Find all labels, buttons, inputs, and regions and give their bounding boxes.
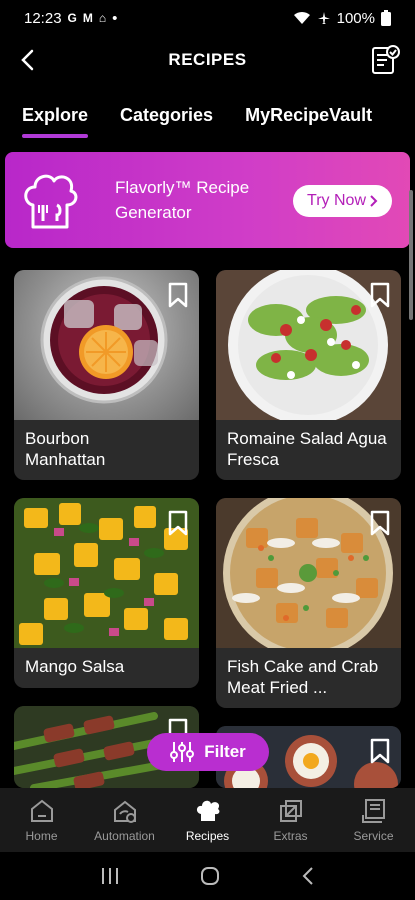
tab-categories[interactable]: Categories xyxy=(120,98,213,138)
bookmark-icon[interactable] xyxy=(369,510,391,536)
nav-label: Service xyxy=(353,829,394,843)
dot-icon: • xyxy=(112,9,118,27)
home-notification-icon: ⌂ xyxy=(98,11,107,25)
automation-icon xyxy=(113,800,136,823)
status-time: 12:23 xyxy=(24,9,62,27)
battery-percent: 100% xyxy=(336,9,375,27)
recent-apps-icon[interactable] xyxy=(100,867,120,885)
nav-label: Home xyxy=(25,829,58,843)
recipe-card[interactable]: Romaine Salad Agua Fresca xyxy=(216,270,401,480)
battery-icon xyxy=(381,10,391,26)
shopping-list-button[interactable] xyxy=(367,42,403,78)
nav-label: Automation xyxy=(94,829,155,843)
google-notification-icon: G xyxy=(67,11,77,25)
nav-extras[interactable]: Extras xyxy=(251,797,331,843)
page-title: RECIPES xyxy=(168,50,247,69)
airplane-icon xyxy=(317,12,330,24)
wifi-icon xyxy=(293,11,310,24)
recipe-image-bourbon-manhattan xyxy=(14,270,199,420)
back-nav-icon[interactable] xyxy=(301,866,315,886)
nav-home[interactable]: Home xyxy=(2,797,82,843)
recipe-title: Fish Cake and Crab Meat Fried ... xyxy=(227,657,379,697)
extras-icon xyxy=(279,800,302,822)
recipe-image-mango-salsa xyxy=(14,498,199,648)
back-arrow-icon xyxy=(21,49,34,71)
recipe-card[interactable]: Bourbon Manhattan xyxy=(14,270,199,480)
nav-label: Extras xyxy=(273,829,308,843)
tab-explore[interactable]: Explore xyxy=(22,98,89,138)
try-now-label: Try Now xyxy=(307,192,366,209)
sliders-icon xyxy=(170,742,195,762)
chevron-right-icon xyxy=(370,195,378,207)
system-navigation-bar xyxy=(0,852,415,900)
bottom-navigation: Home Automation Recipes Extras Service xyxy=(0,788,415,852)
chef-hat-icon xyxy=(196,800,219,821)
recipe-title: Mango Salsa xyxy=(25,657,125,676)
recipe-title: Bourbon Manhattan xyxy=(25,429,106,469)
filter-label: Filter xyxy=(204,742,246,761)
banner-text: Flavorly™ Recipe Generator xyxy=(115,178,250,222)
filter-button[interactable]: Filter xyxy=(147,733,269,771)
service-icon xyxy=(361,799,385,823)
nav-label: Recipes xyxy=(185,829,230,843)
checklist-icon xyxy=(372,45,400,74)
bookmark-icon[interactable] xyxy=(369,738,391,764)
bookmark-icon[interactable] xyxy=(369,282,391,308)
home-icon xyxy=(30,799,53,822)
recipe-title: Romaine Salad Agua Fresca xyxy=(227,429,387,469)
app-header: RECIPES xyxy=(0,38,415,82)
chef-hat-utensils-icon xyxy=(5,152,95,248)
status-bar: 12:23 G M ⌂ • 100% xyxy=(0,0,415,36)
tab-bar: Explore Categories MyRecipeVault xyxy=(0,98,415,144)
back-button[interactable] xyxy=(14,46,42,74)
recipe-generator-banner[interactable]: Flavorly™ Recipe Generator Try Now xyxy=(5,152,410,248)
recipe-image-romaine-salad xyxy=(216,270,401,420)
bookmark-icon[interactable] xyxy=(167,510,189,536)
scrollbar[interactable] xyxy=(409,190,413,320)
nav-automation[interactable]: Automation xyxy=(85,797,165,843)
nav-service[interactable]: Service xyxy=(334,797,414,843)
try-now-button[interactable]: Try Now xyxy=(293,185,392,217)
recipe-card[interactable]: Mango Salsa xyxy=(14,498,199,688)
gmail-notification-icon: M xyxy=(82,11,93,25)
nav-recipes[interactable]: Recipes xyxy=(168,797,248,843)
recipe-image-fish-cake-fried-rice xyxy=(216,498,401,648)
recipe-card[interactable]: Fish Cake and Crab Meat Fried ... xyxy=(216,498,401,708)
tab-myrecipevault[interactable]: MyRecipeVault xyxy=(245,98,372,138)
home-circle-icon[interactable] xyxy=(200,866,220,886)
bookmark-icon[interactable] xyxy=(167,282,189,308)
